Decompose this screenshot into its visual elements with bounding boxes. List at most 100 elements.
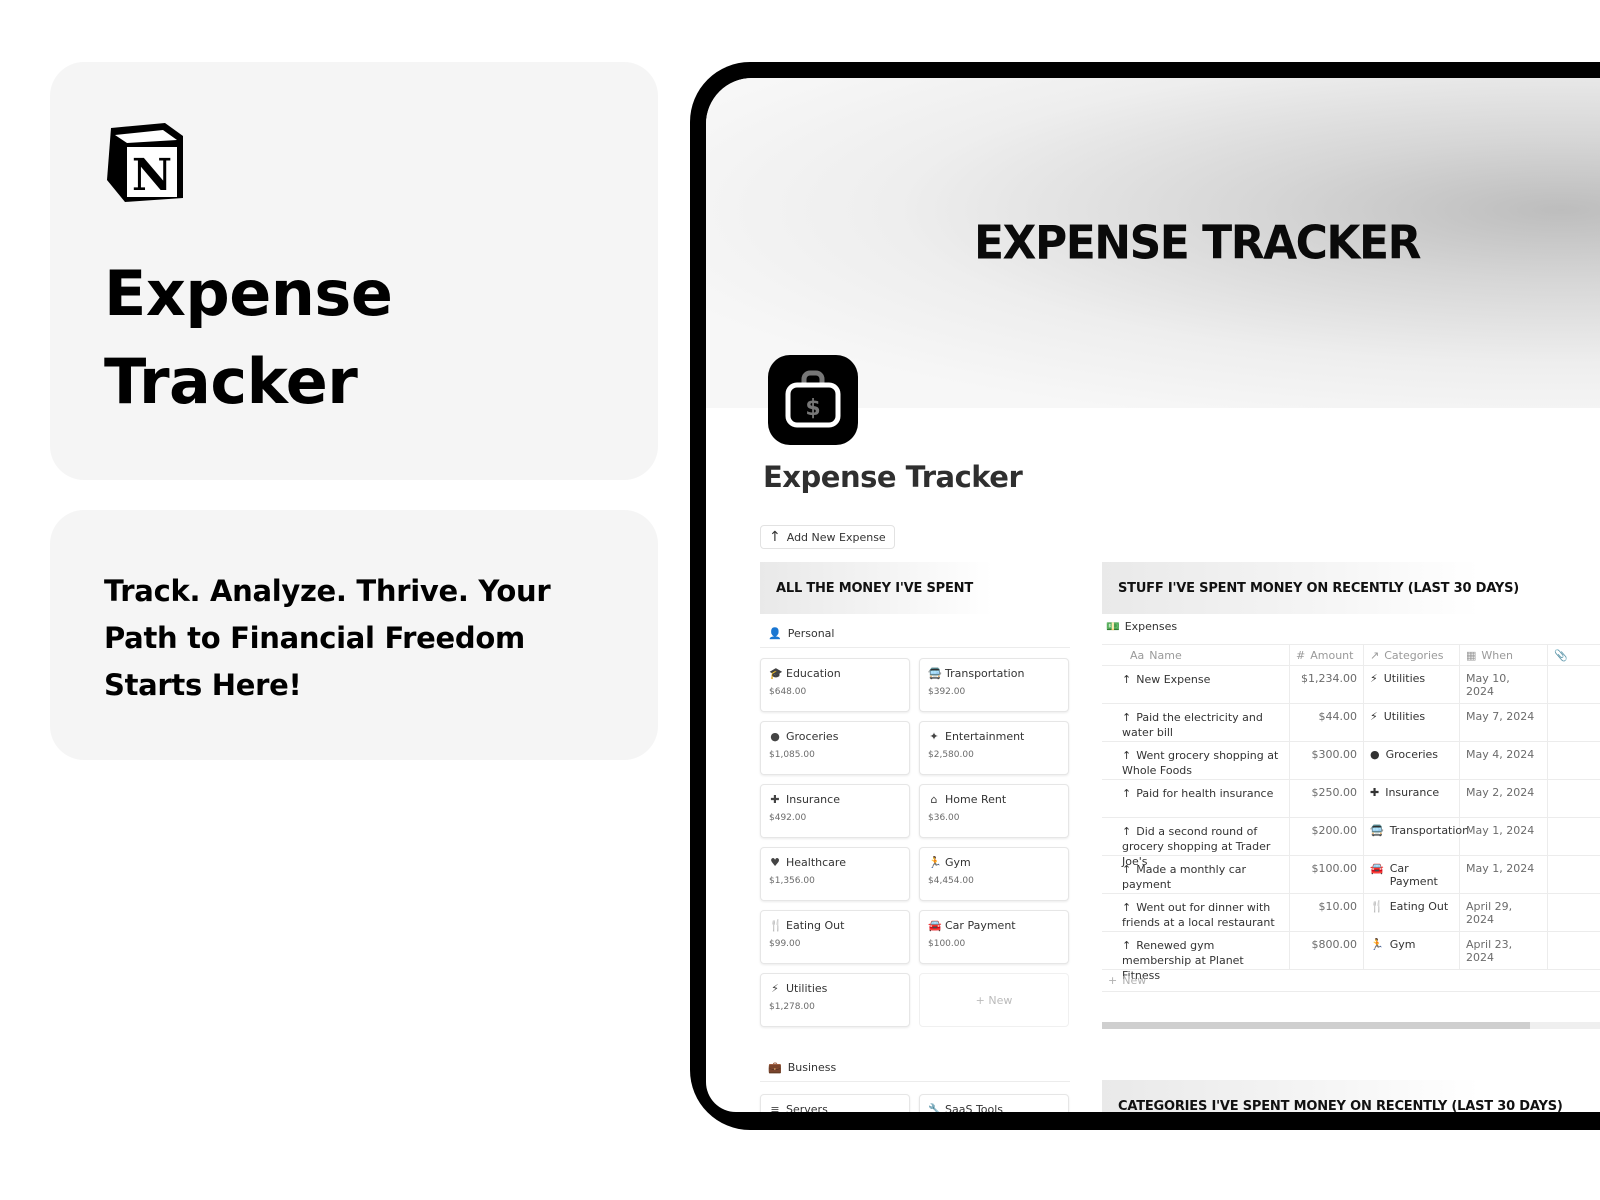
column-header-when[interactable]: ▦ When bbox=[1460, 645, 1548, 665]
category-icon: 🚘 bbox=[928, 919, 942, 932]
category-card[interactable]: ● Groceries $1,085.00 bbox=[760, 721, 910, 775]
expense-amount-cell[interactable]: $44.00 bbox=[1290, 704, 1364, 741]
expense-category-cell[interactable]: 🚘 Car Payment bbox=[1364, 856, 1460, 893]
expense-date-cell[interactable]: May 10, 2024 bbox=[1460, 666, 1548, 703]
expense-name-cell[interactable]: ↑ Paid for health insurance bbox=[1102, 780, 1290, 817]
arrow-up-icon: ↑ bbox=[1122, 711, 1132, 724]
expense-category: Groceries bbox=[1385, 748, 1439, 761]
expense-category-cell[interactable]: 🍴 Eating Out bbox=[1364, 894, 1460, 931]
expenses-database-link[interactable]: 💵 Expenses bbox=[1106, 620, 1177, 633]
group-personal[interactable]: 👤 Personal bbox=[760, 620, 1070, 648]
expense-files-cell[interactable] bbox=[1548, 742, 1600, 779]
expense-category-cell[interactable]: ⚡ Utilities bbox=[1364, 666, 1460, 703]
arrow-up-icon: ↑ bbox=[1122, 939, 1132, 952]
expense-amount: $200.00 bbox=[1311, 824, 1358, 837]
expense-files-cell[interactable] bbox=[1548, 780, 1600, 817]
category-card-title: ≡ Servers bbox=[769, 1103, 901, 1112]
expense-category-cell[interactable]: ● Groceries bbox=[1364, 742, 1460, 779]
number-property-icon: # bbox=[1296, 648, 1306, 662]
expense-name-cell[interactable]: ↑ New Expense bbox=[1102, 666, 1290, 703]
expense-date-cell[interactable]: May 4, 2024 bbox=[1460, 742, 1548, 779]
arrow-up-icon: ↑ bbox=[1122, 863, 1132, 876]
expense-category: Insurance bbox=[1385, 786, 1440, 799]
expense-amount-cell[interactable]: $300.00 bbox=[1290, 742, 1364, 779]
category-card[interactable]: 🚍 Transportation $392.00 bbox=[919, 658, 1069, 712]
category-card[interactable]: 🍴 Eating Out $99.00 bbox=[760, 910, 910, 964]
expense-name-cell[interactable]: ↑ Renewed gym membership at Planet Fitnes… bbox=[1102, 932, 1290, 982]
money-briefcase-icon[interactable]: $ bbox=[768, 355, 858, 445]
expense-amount-cell[interactable]: $10.00 bbox=[1290, 894, 1364, 931]
category-amount: $492.00 bbox=[769, 813, 807, 823]
category-card[interactable]: ♥ Healthcare $1,356.00 bbox=[760, 847, 910, 901]
column-header-name[interactable]: Aa Name bbox=[1102, 645, 1290, 665]
expense-date-cell[interactable]: May 1, 2024 bbox=[1460, 856, 1548, 893]
expense-files-cell[interactable] bbox=[1548, 818, 1600, 855]
expense-category-cell[interactable]: 🚍 Transportation bbox=[1364, 818, 1469, 855]
expense-amount: $300.00 bbox=[1311, 748, 1358, 761]
table-horizontal-scrollbar[interactable] bbox=[1102, 1022, 1600, 1029]
table-row[interactable]: ↑ Did a second round of grocery shopping … bbox=[1102, 818, 1600, 868]
table-row[interactable]: ↑ Paid for health insurance $250.00 ✚ Insura… bbox=[1102, 780, 1600, 818]
expense-amount-cell[interactable]: $250.00 bbox=[1290, 780, 1364, 817]
expense-date-cell[interactable]: April 23, 2024 bbox=[1460, 932, 1548, 969]
expense-amount-cell[interactable]: $200.00 bbox=[1290, 818, 1364, 855]
expense-date-cell[interactable]: May 7, 2024 bbox=[1460, 704, 1548, 741]
table-row[interactable]: ↑ Renewed gym membership at Planet Fitnes… bbox=[1102, 932, 1600, 982]
expense-category-cell[interactable]: ✚ Insurance bbox=[1364, 780, 1460, 817]
expense-name-cell[interactable]: ↑ Went out for dinner with friends at a l… bbox=[1102, 894, 1290, 931]
table-row[interactable]: ↑ Made a monthly car payment $100.00 🚘 Car P… bbox=[1102, 856, 1600, 894]
category-card[interactable]: 🚘 Car Payment $100.00 bbox=[919, 910, 1069, 964]
expense-amount-cell[interactable]: $100.00 bbox=[1290, 856, 1364, 893]
expense-name-cell[interactable]: ↑ Paid the electricity and water bill bbox=[1102, 704, 1290, 741]
expense-date: May 10, 2024 bbox=[1466, 672, 1510, 698]
expense-date-cell[interactable]: May 2, 2024 bbox=[1460, 780, 1548, 817]
expense-category-cell[interactable]: ⚡ Utilities bbox=[1364, 704, 1460, 741]
expense-files-cell[interactable] bbox=[1548, 894, 1600, 931]
expense-files-cell[interactable] bbox=[1548, 856, 1600, 893]
category-icon: 🔧 bbox=[928, 1103, 942, 1112]
expense-amount-cell[interactable]: $1,234.00 bbox=[1290, 666, 1364, 703]
category-name: Home Rent bbox=[945, 793, 1007, 806]
new-category-button[interactable]: + New bbox=[919, 973, 1069, 1027]
category-card-title: 🎓 Education bbox=[769, 667, 901, 680]
expense-date: May 1, 2024 bbox=[1466, 824, 1535, 837]
scrollbar-thumb[interactable] bbox=[1102, 1022, 1531, 1029]
money-icon: 💵 bbox=[1106, 620, 1120, 633]
table-row[interactable]: ↑ Went grocery shopping at Whole Foods $30… bbox=[1102, 742, 1600, 780]
business-category-card[interactable]: ≡ Servers bbox=[760, 1094, 910, 1112]
group-business[interactable]: 💼 Business bbox=[760, 1054, 1070, 1082]
category-card[interactable]: ✚ Insurance $492.00 bbox=[760, 784, 910, 838]
category-card[interactable]: 🏃 Gym $4,454.00 bbox=[919, 847, 1069, 901]
expense-date-cell[interactable]: May 1, 2024 bbox=[1460, 818, 1548, 855]
expense-amount: $250.00 bbox=[1311, 786, 1358, 799]
expense-files-cell[interactable] bbox=[1548, 666, 1600, 703]
table-row[interactable]: ↑ New Expense $1,234.00 ⚡ Utilities May 10, 2… bbox=[1102, 666, 1600, 704]
category-name: Insurance bbox=[786, 793, 840, 806]
category-icon: ≡ bbox=[770, 1103, 780, 1112]
business-category-card[interactable]: 🔧 SaaS Tools bbox=[919, 1094, 1069, 1112]
expense-files-cell[interactable] bbox=[1548, 932, 1600, 969]
column-header-files[interactable]: 📎 bbox=[1548, 645, 1600, 665]
category-icon: 🚍 bbox=[928, 667, 942, 680]
add-new-expense-button[interactable]: ↑ Add New Expense bbox=[760, 525, 895, 549]
category-card[interactable]: ⌂ Home Rent $36.00 bbox=[919, 784, 1069, 838]
add-new-row-button[interactable]: + New bbox=[1102, 970, 1600, 992]
expense-name-cell[interactable]: ↑ Went grocery shopping at Whole Foods bbox=[1102, 742, 1290, 779]
category-card-title: 🚘 Car Payment bbox=[928, 919, 1060, 932]
column-header-categories[interactable]: ↗ Categories bbox=[1364, 645, 1460, 665]
category-card[interactable]: 🎓 Education $648.00 bbox=[760, 658, 910, 712]
category-card[interactable]: ✦ Entertainment $2,580.00 bbox=[919, 721, 1069, 775]
category-card[interactable]: ⚡ Utilities $1,278.00 bbox=[760, 973, 910, 1027]
table-row[interactable]: ↑ Went out for dinner with friends at a l… bbox=[1102, 894, 1600, 932]
table-row[interactable]: ↑ Paid the electricity and water bill $44.… bbox=[1102, 704, 1600, 742]
expense-amount-cell[interactable]: $800.00 bbox=[1290, 932, 1364, 969]
expense-name-cell[interactable]: ↑ Made a monthly car payment bbox=[1102, 856, 1290, 893]
expense-name-cell[interactable]: ↑ Did a second round of grocery shopping … bbox=[1102, 818, 1290, 868]
expense-category-cell[interactable]: 🏃 Gym bbox=[1364, 932, 1460, 969]
category-name: Servers bbox=[786, 1103, 828, 1112]
column-header-amount[interactable]: # Amount bbox=[1290, 645, 1364, 665]
expense-files-cell[interactable] bbox=[1548, 704, 1600, 741]
category-card-title: ● Groceries bbox=[769, 730, 901, 743]
expense-date-cell[interactable]: April 29, 2024 bbox=[1460, 894, 1548, 931]
expense-amount: $10.00 bbox=[1318, 900, 1358, 913]
